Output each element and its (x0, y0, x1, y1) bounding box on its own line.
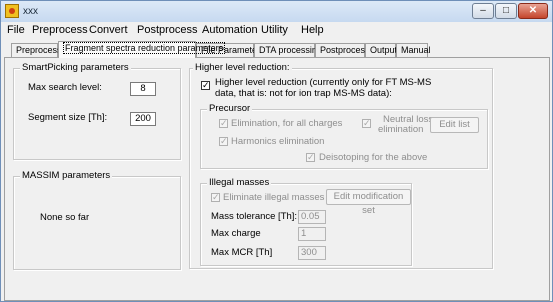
maximize-button[interactable]: □ (495, 3, 517, 19)
tab-fragment-spectra[interactable]: Fragment spectra reduction parameters (58, 41, 226, 58)
harmonics-checkbox[interactable]: ✓ (219, 137, 228, 146)
illegal-masses-group: Illegal masses ✓ Eliminate illegal masse… (200, 177, 412, 266)
menu-help[interactable]: Help (301, 24, 324, 36)
neutral-loss-checkbox[interactable]: ✓ (362, 119, 371, 128)
segment-size-input[interactable]: 200 (130, 112, 156, 126)
eliminate-illegal-label: Eliminate illegal masses (223, 192, 325, 203)
massim-group: MASSIM parameters None so far (13, 170, 181, 270)
higher-level-title: Higher level reduction: (193, 62, 292, 73)
title-bar: xxx – □ ✕ (1, 1, 552, 22)
menu-automation[interactable]: Automation (202, 24, 258, 36)
elimination-charges-checkbox[interactable]: ✓ (219, 119, 228, 128)
deisotoping-checkbox[interactable]: ✓ (306, 153, 315, 162)
neutral-loss-label-2: elimination (378, 124, 424, 135)
smartpicking-group: SmartPicking parameters Max search level… (13, 62, 181, 160)
tab-panel: SmartPicking parameters Max search level… (4, 57, 550, 301)
higher-level-checkbox[interactable]: ✓ (201, 81, 210, 90)
illegal-masses-title: Illegal masses (207, 177, 272, 188)
smartpicking-title: SmartPicking parameters (20, 62, 131, 73)
max-search-label: Max search level: (28, 82, 102, 93)
menu-file[interactable]: File (7, 24, 25, 36)
tab-label: Preprocess (16, 45, 62, 55)
tab-label: Manual (401, 45, 431, 55)
segment-size-label: Segment size [Th]: (28, 112, 108, 123)
tab-output[interactable]: Output (365, 43, 398, 57)
max-charge-input[interactable]: 1 (298, 227, 326, 241)
deisotoping-label: Deisotoping for the above (319, 152, 428, 163)
precursor-group: Precursor ✓ Elimination, for all charges… (200, 103, 488, 169)
max-mcr-label: Max MCR [Th] (211, 247, 273, 258)
edit-modification-button[interactable]: Edit modification set (326, 189, 411, 216)
tab-strip: Preprocess Fragment spectra reduction pa… (1, 41, 552, 58)
tab-dta-processing[interactable]: DTA processing (254, 43, 322, 57)
minimize-button[interactable]: – (472, 3, 494, 19)
mass-tolerance-input[interactable]: 0.05 (298, 210, 326, 224)
tab-label: DTA processing (259, 45, 322, 55)
massim-title: MASSIM parameters (20, 170, 113, 181)
mass-tolerance-label: Mass tolerance [Th]: (211, 211, 298, 222)
tab-label: Postprocess (320, 45, 370, 55)
tab-postprocess[interactable]: Postprocess (315, 43, 370, 57)
max-charge-label: Max charge (211, 228, 261, 239)
application-window: xxx – □ ✕ File Preprocess Convert Postpr… (0, 0, 553, 302)
higher-level-label-1: Higher level reduction (currently only f… (215, 77, 432, 88)
higher-level-label-2: data, that is: not for ion trap MS-MS da… (215, 88, 392, 99)
tab-manual[interactable]: Manual (396, 43, 431, 57)
tab-label: Output (370, 45, 398, 55)
massim-note: None so far (40, 212, 90, 223)
menu-utility[interactable]: Utility (261, 24, 288, 36)
menu-bar: File Preprocess Convert Postprocess Auto… (1, 22, 552, 40)
max-search-input[interactable]: 8 (130, 82, 156, 96)
app-icon (5, 4, 19, 18)
tab-preprocess[interactable]: Preprocess (11, 43, 62, 57)
eliminate-illegal-checkbox[interactable]: ✓ (211, 193, 220, 202)
higher-level-group: Higher level reduction: ✓ Higher level r… (189, 62, 493, 269)
edit-list-button[interactable]: Edit list (430, 117, 479, 133)
max-mcr-input[interactable]: 300 (298, 246, 326, 260)
menu-postprocess[interactable]: Postprocess (137, 24, 198, 36)
precursor-title: Precursor (207, 103, 253, 114)
elimination-charges-label: Elimination, for all charges (231, 118, 343, 129)
menu-preprocess[interactable]: Preprocess (32, 24, 88, 36)
harmonics-label: Harmonics elimination (231, 136, 325, 147)
window-title: xxx (23, 6, 38, 17)
menu-convert[interactable]: Convert (89, 24, 128, 36)
tab-label: Fragment spectra reduction parameters (63, 42, 226, 54)
close-button[interactable]: ✕ (518, 3, 548, 19)
